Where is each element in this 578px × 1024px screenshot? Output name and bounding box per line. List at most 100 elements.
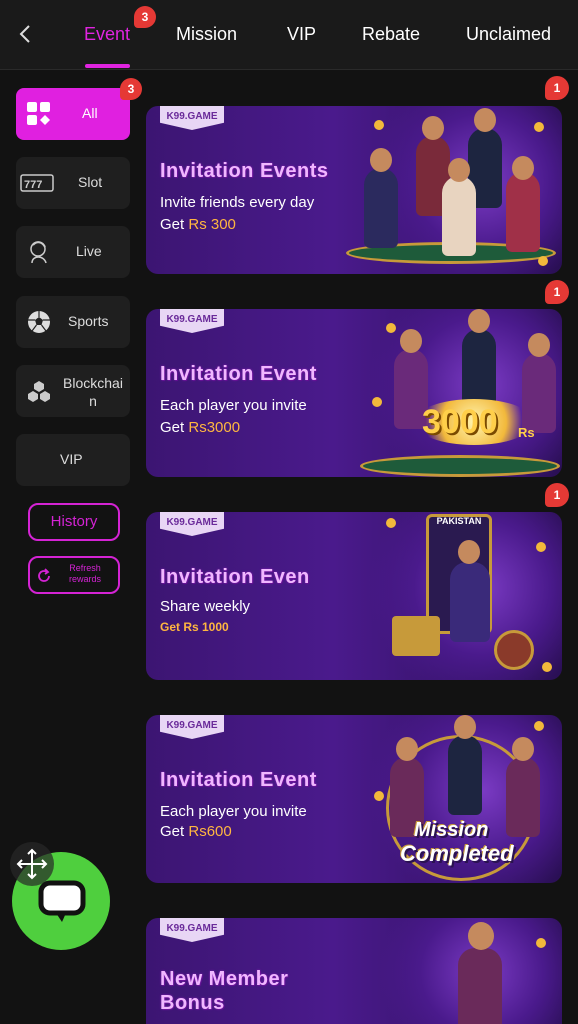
tab-mission[interactable]: Mission [176,24,237,45]
tab-unclaimed[interactable]: Unclaimed [466,24,551,45]
card-reward: Get Rs600 [160,823,232,840]
sidebar-item-label: All [82,105,98,121]
sidebar-all-badge: 3 [120,78,142,100]
person-art [450,562,490,642]
card-description: Share weekly [160,598,251,615]
card-reward-amount: Get Rs 1000 [160,620,229,634]
card-description: Each player you invite [160,803,307,820]
person-head-art [528,333,550,357]
coin-art [386,323,396,333]
sidebar-item-label: Blockchai n [63,375,123,409]
back-arrow-icon[interactable] [14,22,38,46]
slot-777-icon: 777 [20,174,54,192]
soccer-ball-icon [28,311,50,333]
card-description: Each player you invite [160,397,307,414]
art-amount-text: 3000 [422,403,498,441]
card-title-line1: New Member [160,968,289,990]
card-reward: Get Rs3000 [160,419,240,436]
refresh-rewards-button[interactable]: Refresh rewards [28,556,120,594]
brand-tag: K99.GAME [160,715,224,739]
brand-tag: K99.GAME [160,512,224,536]
sidebar-item-sports[interactable]: Sports [16,296,130,348]
person-head-art [458,540,480,564]
sidebar-item-label: Sports [68,313,109,329]
person-head-art [512,737,534,761]
sidebar-item-vip[interactable]: VIP [16,434,130,486]
coin-art [386,518,396,528]
coin-art [534,721,544,731]
treasure-chest-art [392,616,440,656]
person-head-art [370,148,392,172]
person-art [442,176,476,256]
event-card-new-member-bonus[interactable]: K99.GAME New Member Bonus [146,918,562,1024]
person-art [462,329,496,409]
card-reward-amount: Rs3000 [188,419,241,436]
sidebar-item-all[interactable]: All [16,88,130,140]
coin-art [374,791,384,801]
art-unit-text: Rs [518,425,535,440]
card-notification-badge: 1 [545,76,569,100]
event-card-invitation-events[interactable]: K99.GAME Invitation Events Invite friend… [146,106,562,274]
tab-event[interactable]: Event [84,24,130,45]
tab-vip[interactable]: VIP [287,24,316,45]
card-title: Invitation Even [160,566,310,588]
event-card-invitation-event-3000[interactable]: K99.GAME Invitation Event Each player yo… [146,309,562,477]
person-head-art [474,108,496,132]
grid-icon [27,102,50,125]
card-reward-prefix: Get [160,823,189,840]
move-arrows-icon [16,848,48,880]
brand-tag: K99.GAME [160,918,224,942]
card-reward-prefix: Get [160,216,189,233]
coin-art [538,256,548,266]
live-dealer-icon [30,241,47,264]
person-head-art [454,715,476,739]
person-head-art [468,309,490,333]
card-description: Invite friends every day [160,194,315,211]
card-title: Invitation Event [160,769,317,791]
coin-art [372,397,382,407]
person-art [506,757,540,837]
sidebar-item-live[interactable]: Live [16,226,130,278]
refresh-label-line2: rewards [68,574,101,584]
sidebar-item-blockchain[interactable]: Blockchai n [16,365,130,417]
coin-art [374,120,384,130]
tab-event-badge: 3 [134,6,156,28]
history-button[interactable]: History [28,503,120,541]
sidebar-item-label: Live [76,243,102,259]
drag-handle[interactable] [10,842,54,886]
sidebar-item-label: VIP [60,451,83,467]
active-tab-indicator [85,64,130,68]
card-reward: Get Rs 1000 [160,620,229,634]
svg-text:777: 777 [24,179,42,191]
person-head-art [422,116,444,140]
person-art [448,735,482,815]
casino-table-art [360,455,560,477]
person-head-art [396,737,418,761]
person-head-art [512,156,534,180]
person-art [506,172,540,252]
sidebar-item-slot[interactable]: 777 Slot [16,157,130,209]
blockchain-cubes-icon [28,381,50,402]
coin-art [536,938,546,948]
event-card-invitation-event-600[interactable]: K99.GAME Invitation Event Each player yo… [146,715,562,883]
sidebar-item-label: Slot [78,174,103,190]
coin-art [534,122,544,132]
card-notification-badge: 1 [545,483,569,507]
brand-tag: K99.GAME [160,106,224,130]
person-art [458,948,502,1024]
brand-tag: K99.GAME [160,309,224,333]
chat-bubble-icon [38,880,86,922]
event-card-invitation-weekly[interactable]: K99.GAME Invitation Even Share weekly Ge… [146,512,562,680]
art-slot-text: PAKISTAN [436,516,482,526]
card-reward-amount: Rs 300 [188,216,236,233]
refresh-icon [38,568,50,582]
refresh-label: Refresh rewards [52,563,118,585]
tab-rebate[interactable]: Rebate [362,24,420,45]
card-title: Invitation Events [160,160,329,182]
card-title-line2: Bonus [160,992,225,1014]
coin-art [536,542,546,552]
person-head-art [468,922,494,950]
person-head-art [400,329,422,353]
card-reward-amount: Rs600 [188,823,232,840]
roulette-art [494,630,534,670]
